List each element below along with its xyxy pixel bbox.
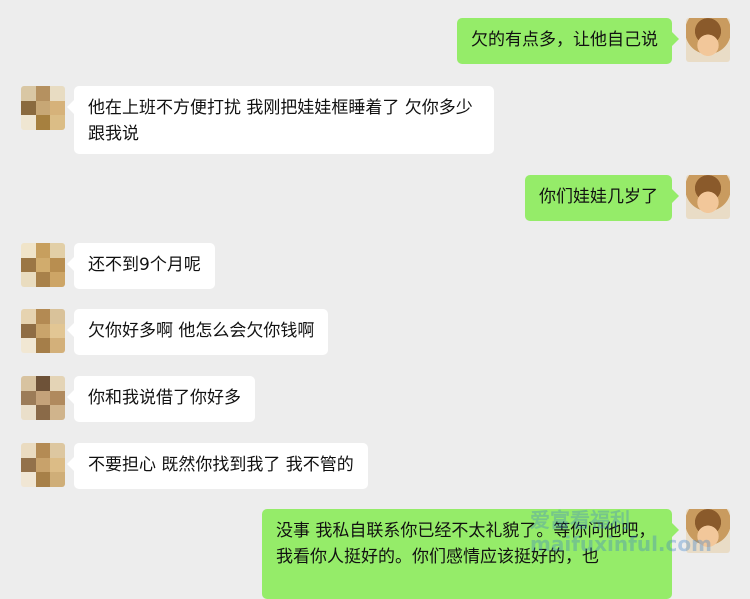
contact-avatar[interactable]	[21, 309, 65, 353]
message-text: 没事 我私自联系你已经不太礼貌了。等你问他吧，我看你人挺好的。你们感情应该挺好的…	[276, 521, 656, 567]
pixelated-avatar-icon	[21, 376, 65, 420]
message-text: 你和我说借了你好多	[88, 388, 241, 408]
user-photo-avatar-icon	[686, 175, 730, 219]
outgoing-bubble[interactable]: 你们娃娃几岁了	[525, 175, 679, 221]
message-text: 他在上班不方便打扰 我刚把娃娃框睡着了 欠你多少跟我说	[88, 98, 473, 144]
incoming-bubble[interactable]: 欠你好多啊 他怎么会欠你钱啊	[66, 309, 329, 355]
pixelated-avatar-icon	[21, 243, 65, 287]
message-text: 你们娃娃几岁了	[539, 187, 658, 207]
incoming-bubble[interactable]: 不要担心 既然你找到我了 我不管的	[67, 443, 368, 489]
chat-window: 欠的有点多，让他自己说 他在上班不方便打扰 我刚把娃娃框睡着了 欠你多少跟我说 …	[0, 0, 750, 599]
self-avatar[interactable]	[686, 18, 730, 62]
self-avatar[interactable]	[686, 509, 730, 553]
message-text: 还不到9个月呢	[88, 255, 201, 275]
message-text: 欠的有点多，让他自己说	[471, 30, 658, 50]
incoming-bubble[interactable]: 还不到9个月呢	[67, 243, 215, 289]
incoming-bubble[interactable]: 他在上班不方便打扰 我刚把娃娃框睡着了 欠你多少跟我说	[67, 86, 494, 154]
pixelated-avatar-icon	[21, 309, 65, 353]
message-text: 不要担心 既然你找到我了 我不管的	[88, 455, 354, 475]
contact-avatar[interactable]	[21, 86, 65, 130]
user-photo-avatar-icon	[686, 18, 730, 62]
pixelated-avatar-icon	[21, 86, 65, 130]
user-photo-avatar-icon	[686, 509, 730, 553]
incoming-bubble[interactable]: 你和我说借了你好多	[67, 376, 255, 422]
outgoing-bubble[interactable]: 没事 我私自联系你已经不太礼貌了。等你问他吧，我看你人挺好的。你们感情应该挺好的…	[262, 509, 679, 599]
contact-avatar[interactable]	[21, 243, 65, 287]
message-text: 欠你好多啊 他怎么会欠你钱啊	[88, 321, 315, 341]
outgoing-bubble[interactable]: 欠的有点多，让他自己说	[457, 18, 679, 64]
contact-avatar[interactable]	[21, 443, 65, 487]
pixelated-avatar-icon	[21, 443, 65, 487]
contact-avatar[interactable]	[21, 376, 65, 420]
self-avatar[interactable]	[686, 175, 730, 219]
